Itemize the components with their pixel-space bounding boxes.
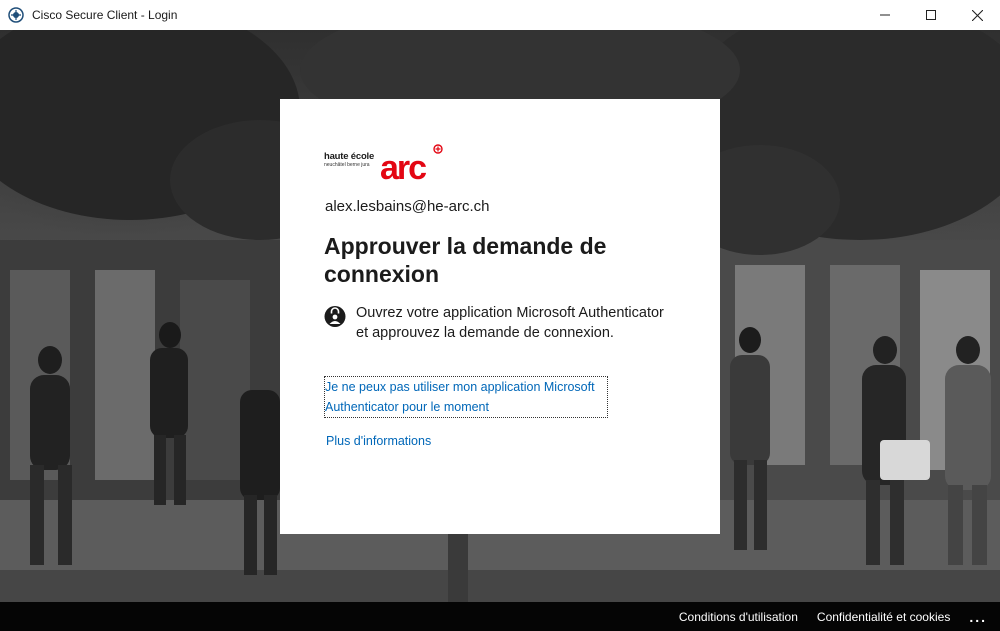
maximize-button[interactable] <box>908 0 954 30</box>
user-email: alex.lesbains@he-arc.ch <box>325 198 490 215</box>
logo-line2: neuchâtel berne jura <box>324 162 370 168</box>
minimize-button[interactable] <box>862 0 908 30</box>
more-information-link[interactable]: Plus d'informations <box>326 434 431 448</box>
close-icon <box>971 9 983 21</box>
footer-bar: Conditions d'utilisation Confidentialité… <box>0 602 1000 631</box>
title-bar: Cisco Secure Client - Login <box>0 0 1000 31</box>
privacy-cookies-link[interactable]: Confidentialité et cookies <box>817 610 950 624</box>
svg-text:arc: arc <box>380 149 426 182</box>
authenticator-lock-icon <box>324 306 346 327</box>
he-arc-logo: haute école neuchâtel berne jura arc <box>324 142 448 182</box>
window-title: Cisco Secure Client - Login <box>32 8 178 22</box>
arc-logo-mark: arc <box>380 144 443 182</box>
signin-card: haute école neuchâtel berne jura arc ale… <box>280 99 720 534</box>
cannot-use-authenticator-link[interactable]: Je ne peux pas utiliser mon application … <box>324 376 608 418</box>
more-options-button[interactable]: ... <box>969 609 987 625</box>
close-button[interactable] <box>954 0 1000 30</box>
page-title: Approuver la demande de connexion <box>324 233 607 287</box>
minimize-icon <box>880 14 890 16</box>
logo-line1: haute école <box>324 151 375 162</box>
terms-of-use-link[interactable]: Conditions d'utilisation <box>679 610 798 624</box>
instruction-text: Ouvrez votre application Microsoft Authe… <box>356 305 664 341</box>
cisco-app-icon <box>8 7 24 23</box>
maximize-icon <box>926 10 936 20</box>
